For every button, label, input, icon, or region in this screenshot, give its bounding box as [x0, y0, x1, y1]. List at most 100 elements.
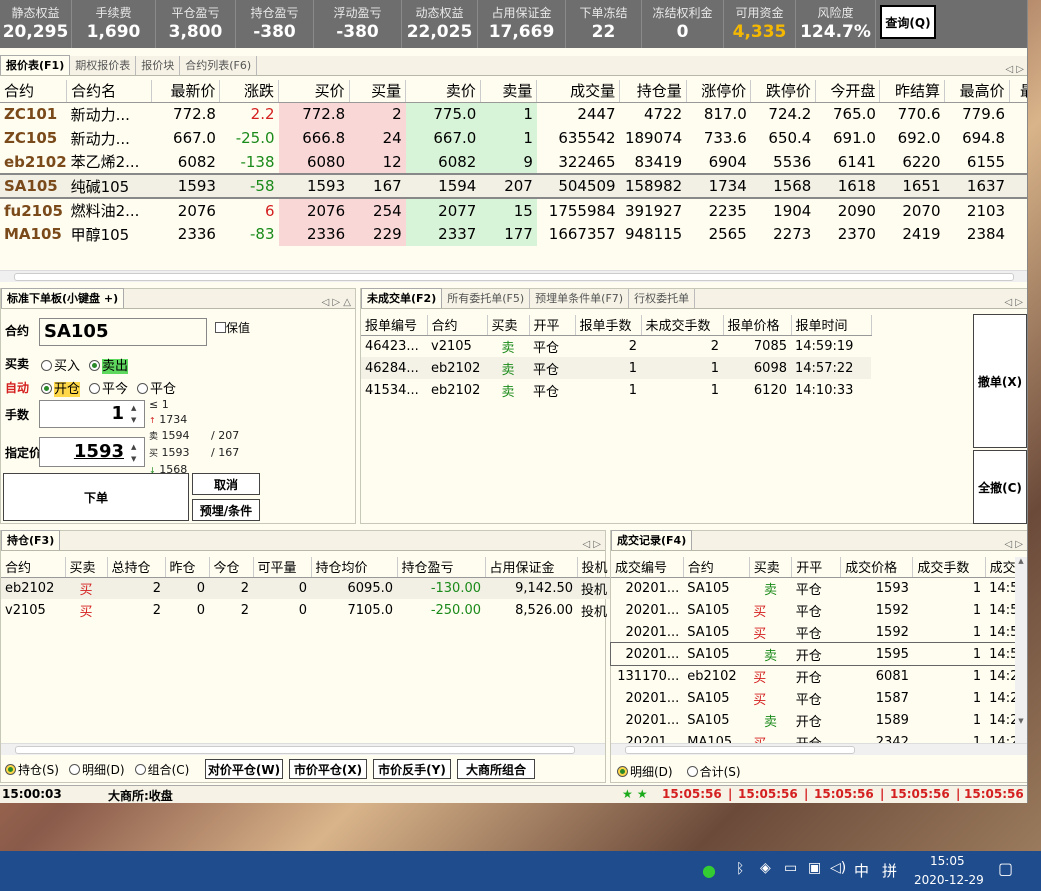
quote-col-header[interactable]: 涨跌	[219, 80, 280, 103]
position-col-header[interactable]: 今仓	[209, 557, 254, 578]
position-col-header[interactable]: 持仓均价	[311, 557, 398, 578]
trades-sum-radio[interactable]: 合计(S)	[686, 763, 741, 780]
order-col-header[interactable]: 报单价格	[723, 315, 792, 336]
position-col-header[interactable]: 占用保证金	[485, 557, 578, 578]
battery-icon[interactable]: ▭	[784, 860, 797, 876]
sell-radio[interactable]: 卖出	[89, 355, 129, 374]
tab-scroll-arrows-icon[interactable]: ◁ ▷	[1005, 64, 1024, 75]
position-col-header[interactable]: 买卖	[65, 557, 108, 578]
market-close-button[interactable]: 市价平仓(X)	[289, 759, 367, 779]
price-input[interactable]: 1593	[39, 437, 145, 467]
quote-hscrollbar[interactable]	[0, 270, 1027, 282]
quote-row[interactable]: ZC101 新动力... 772.8 2.2 772.8 2 775.0 1 2447 4722 8…	[0, 102, 1027, 126]
quote-col-header[interactable]: 今开盘	[815, 80, 881, 103]
quote-col-header[interactable]: 成交量	[536, 80, 621, 103]
trade-row[interactable]: 20201... SA105 买平仓 1587 1 14:24:	[611, 687, 1027, 709]
position-col-header[interactable]: 合约	[1, 557, 66, 578]
trade-col-header[interactable]: 成交手数	[912, 557, 986, 578]
position-row[interactable]: v2105 买 2 0 2 0 7105.0 -250.00 8,526.00 投机	[1, 599, 621, 621]
quote-col-header[interactable]: 跌停价	[750, 80, 816, 103]
hedge-checkbox[interactable]: 保值	[215, 319, 250, 336]
trade-col-header[interactable]: 成交编号	[611, 557, 684, 578]
position-col-header[interactable]: 昨仓	[165, 557, 210, 578]
quote-col-header[interactable]: 卖价	[405, 80, 481, 103]
order-col-header[interactable]: 开平	[529, 315, 576, 336]
open-radio[interactable]: 开仓	[41, 378, 81, 397]
order-row[interactable]: 46284... eb2102 卖平仓 1 1 6098 14:57:22	[361, 357, 871, 379]
trades-hscrollbar[interactable]	[611, 743, 1027, 755]
taskbar-time[interactable]: 15:05	[930, 854, 965, 868]
order-col-header[interactable]: 报单手数	[575, 315, 642, 336]
quote-row[interactable]: MA105 甲醇105 2336 -83 2336 229 2337 177 1667357 94…	[0, 222, 1027, 246]
trade-col-header[interactable]: 开平	[791, 557, 842, 578]
quote-col-header[interactable]: 合约	[0, 80, 68, 103]
quote-col-header[interactable]: 合约名	[66, 80, 152, 103]
positions-hscrollbar[interactable]	[1, 743, 605, 755]
position-row[interactable]: eb2102 买 2 0 2 0 6095.0 -130.00 9,142.50 投机	[1, 577, 621, 599]
auto-label[interactable]: 自动	[5, 379, 29, 396]
quote-row[interactable]: eb2102 苯乙烯2... 6082 -138 6080 12 6082 9 322465 83…	[0, 150, 1027, 174]
volume-icon[interactable]: ◁)	[830, 860, 846, 876]
quote-row[interactable]: ZC105 新动力... 667.0 -25.0 666.8 24 667.0 1 635542…	[0, 126, 1027, 150]
order-col-header[interactable]: 报单时间	[791, 315, 872, 336]
quote-col-header[interactable]: 持仓量	[619, 80, 687, 103]
close-today-radio[interactable]: 平今	[89, 378, 128, 397]
market-reverse-button[interactable]: 市价反手(Y)	[373, 759, 451, 779]
bluetooth-icon[interactable]: ᛒ	[736, 861, 744, 877]
submit-order-button[interactable]: 下单	[3, 473, 189, 521]
qty-spin-icon[interactable]: ▲ ▼	[131, 402, 136, 426]
trades-vscrollbar[interactable]: ▲ ▼	[1015, 557, 1027, 747]
position-col-header[interactable]: 可平量	[253, 557, 312, 578]
quote-col-header[interactable]: 涨停价	[686, 80, 752, 103]
contract-input[interactable]: SA105	[39, 318, 207, 346]
tab-all-orders[interactable]: 所有委托单(F5)	[442, 289, 531, 308]
quote-col-header[interactable]: 买价	[278, 80, 350, 103]
trade-row[interactable]: 20201... SA105 卖开仓 1589 1 14:21:	[611, 709, 1027, 731]
trade-row[interactable]: 20201... SA105 卖开仓 1595 1 14:57:	[610, 642, 1027, 666]
trades-detail-radio[interactable]: 明细(D)	[617, 763, 673, 780]
tab-exercise-orders[interactable]: 行权委托单	[629, 289, 696, 308]
dce-combo-button[interactable]: 大商所组合	[457, 759, 535, 779]
close-radio[interactable]: 平仓	[137, 378, 176, 397]
tab-scroll-arrows-icon[interactable]: ◁ ▷	[582, 539, 601, 550]
query-button[interactable]: 查询(Q)	[880, 5, 936, 39]
quote-col-header[interactable]: 买量	[349, 80, 407, 103]
panel-arrows-icon[interactable]: ◁ ▷ △	[322, 297, 351, 308]
wechat-icon[interactable]: ●	[702, 861, 716, 880]
tab-standard-order[interactable]: 标准下单板(小键盘 +)	[1, 288, 125, 308]
trade-col-header[interactable]: 买卖	[749, 557, 793, 578]
buy-radio[interactable]: 买入	[41, 355, 80, 374]
tab-scroll-arrows-icon[interactable]: ◁ ▷	[1004, 539, 1023, 550]
tab-scroll-arrows-icon[interactable]: ◁ ▷	[1004, 297, 1023, 308]
network-icon[interactable]: ▣	[808, 860, 821, 876]
counter-close-button[interactable]: 对价平仓(W)	[205, 759, 283, 779]
order-col-header[interactable]: 合约	[427, 315, 488, 336]
quote-col-header[interactable]: 昨结算	[879, 80, 946, 103]
price-spin-icon[interactable]: ▲ ▼	[131, 441, 136, 465]
trade-row[interactable]: 20201... SA105 卖平仓 1593 1 14:59:	[611, 577, 1027, 599]
quote-col-header[interactable]: 最高价	[944, 80, 1010, 103]
order-col-header[interactable]: 买卖	[487, 315, 530, 336]
ime-indicator[interactable]: 中	[854, 860, 869, 881]
positions-radio[interactable]: 持仓(S)	[5, 761, 59, 778]
preset-condition-button[interactable]: 预埋/条件	[192, 499, 260, 521]
order-row[interactable]: 41534... eb2102 卖 平仓 1 1 6120 14:10:33	[361, 379, 871, 401]
tab-quote[interactable]: 报价表(F1)	[0, 55, 71, 75]
trade-row[interactable]: 20201... SA105 买平仓 1592 1 14:59:	[611, 599, 1027, 621]
notification-icon[interactable]: ▢	[998, 859, 1013, 878]
order-row[interactable]: 46423... v2105 卖 平仓 2 2 7085 14:59:19	[361, 335, 871, 357]
order-col-header[interactable]: 未成交手数	[641, 315, 724, 336]
order-col-header[interactable]: 报单编号	[361, 315, 428, 336]
cancel-order-button[interactable]: 撤单(X)	[973, 314, 1027, 448]
taskbar-date[interactable]: 2020-12-29	[914, 873, 984, 887]
ime-mode[interactable]: 拼	[882, 860, 897, 881]
position-col-header[interactable]: 持仓盈亏	[397, 557, 486, 578]
quote-row[interactable]: SA105 纯碱105 1593 -58 1593 167 1594 207 504509 158…	[0, 173, 1027, 199]
tab-trades[interactable]: 成交记录(F4)	[611, 530, 693, 550]
tab-positions[interactable]: 持仓(F3)	[1, 530, 61, 550]
trade-col-header[interactable]: 合约	[683, 557, 750, 578]
qty-stepper[interactable]: 1	[39, 400, 145, 428]
cancel-button[interactable]: 取消	[192, 473, 260, 495]
tab-open-orders[interactable]: 未成交单(F2)	[361, 288, 443, 308]
tab-quote-block[interactable]: 报价块	[136, 56, 181, 75]
